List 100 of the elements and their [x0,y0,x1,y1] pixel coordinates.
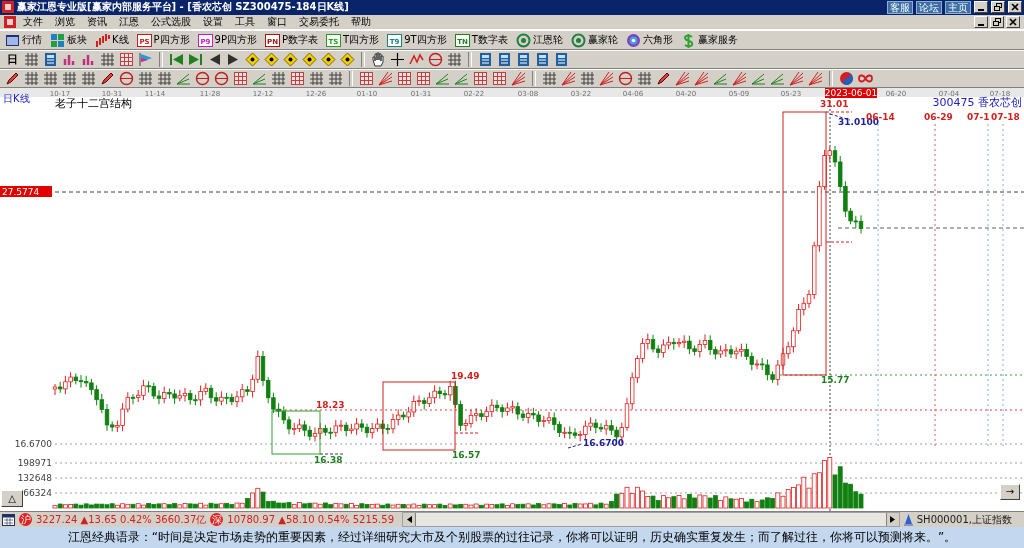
menu-item[interactable]: 交易委托 [294,15,344,30]
pencil-icon [100,71,115,87]
toolbar-button[interactable]: K线 [94,32,130,48]
restore-button[interactable] [991,1,1005,14]
price-annotation: 07-1 [967,112,990,123]
diamond-icon [302,51,317,67]
grid-icon [43,71,58,87]
restore-icon [993,18,1001,27]
triangle-right-icon [226,51,241,67]
calculator-icon [516,51,531,67]
stock-label: 300475 香农芯创 [932,96,1022,110]
menu-item[interactable]: 设置 [198,15,228,30]
scroll-left-button[interactable] [403,513,417,527]
price-label: 27.5774 [0,186,52,198]
menu-item[interactable]: 工具 [230,15,260,30]
toolbar-button[interactable]: 六角形 [624,32,674,48]
toolbar-button[interactable]: 行情 [4,32,43,48]
period-dropdown[interactable]: 日 [4,51,21,67]
grid-icon [328,71,343,87]
menu-item[interactable]: 窗口 [262,15,292,30]
grid-icon [637,71,652,87]
minimize-button[interactable] [974,16,988,29]
header-link[interactable]: 论坛 [916,0,942,14]
menu-item[interactable]: 浏览 [50,15,80,30]
scroll-right-button[interactable]: → [1000,484,1020,501]
skip-end-icon [188,51,203,67]
toolbar-button[interactable]: 板块 [49,32,88,48]
index-code: SH000001,上证指数 [916,512,1013,527]
volume-axis-label: 132648 [17,473,52,484]
header-link[interactable]: 主页 [945,0,971,14]
circle-icon [195,71,210,87]
leader-line [567,443,583,449]
grid-icon [138,71,153,87]
toolbar-button[interactable]: 江恩轮 [514,32,564,48]
leader-line [319,453,346,455]
square-grid-icon [359,71,374,87]
diamond-icon [283,51,298,67]
date-label: 2023-06-01 [824,88,878,99]
triangle-left-icon [207,51,222,67]
restore-icon [994,3,1002,12]
ring-icon [515,32,531,48]
horizontal-scrollbar[interactable] [402,512,900,528]
price-annotation: 18.23 [316,400,345,411]
index-quote: 10780.97 ▲58.10 0.54% 5215.59 [227,514,395,526]
menu-item[interactable]: 公式选股 [146,15,196,30]
toolbar-button[interactable] [370,51,387,67]
header-link[interactable]: 客服 [887,0,913,14]
pin-icon [903,513,913,526]
fan-lines-icon [561,71,576,87]
price-annotation: 31.0100 [838,117,879,128]
leader-line [454,432,481,434]
square-grid-icon [492,71,507,87]
restore-button[interactable] [990,16,1004,29]
grid-icon [100,51,115,67]
fan-lines-icon [694,71,709,87]
fan-lines-icon [511,71,526,87]
target-icon [625,32,641,48]
app-logo-icon [4,16,16,29]
candles-icon [95,32,110,48]
menu-item[interactable]: 文件 [18,15,48,30]
fan-lines-icon [732,71,747,87]
menu-item[interactable]: 资讯 [82,15,112,30]
volume-toggle-button[interactable]: △ [1,490,23,508]
angle-lines-icon [454,71,469,87]
grid-icon [309,71,324,87]
toolbar-button[interactable] [4,71,21,87]
toolbar-button[interactable]: 赢家服务 [679,32,739,48]
triangle-right-icon [890,516,896,524]
toolbar-button[interactable] [301,51,318,67]
minimize-button[interactable] [974,1,988,14]
angle-lines-icon [435,71,450,87]
circle-icon [119,71,134,87]
toolbar-button[interactable] [320,51,337,67]
toolbar-button[interactable]: 赢家轮 [569,32,619,48]
price-annotation: 16.38 [314,455,343,466]
toolbar-button[interactable] [244,51,261,67]
price-annotation: 07-18 [991,112,1020,123]
market-badge: 深 [210,513,224,527]
fan-lines-icon [599,71,614,87]
toolbar-button[interactable] [389,51,406,67]
price-annotation: 16.57 [452,450,481,461]
close-button[interactable] [1008,1,1022,14]
toolbar-button[interactable] [263,51,280,67]
grid-icon [62,71,77,87]
close-icon [1011,3,1019,12]
diamond-icon [245,51,260,67]
calculator-icon [497,51,512,67]
scroll-right-button[interactable] [885,513,899,527]
close-button[interactable] [1006,16,1020,29]
toolbar-button[interactable] [99,71,116,87]
grid-icon [157,71,172,87]
menu-item[interactable]: 江恩 [114,15,144,30]
grid-icon [580,71,595,87]
price-annotation: 15.77 [821,375,850,386]
circle-icon [428,51,443,67]
menu-item[interactable]: 帮助 [346,15,376,30]
toolbar-button[interactable] [339,51,356,67]
leader-line [825,241,853,243]
toolbar-button[interactable] [655,71,672,87]
toolbar-button[interactable] [282,51,299,67]
